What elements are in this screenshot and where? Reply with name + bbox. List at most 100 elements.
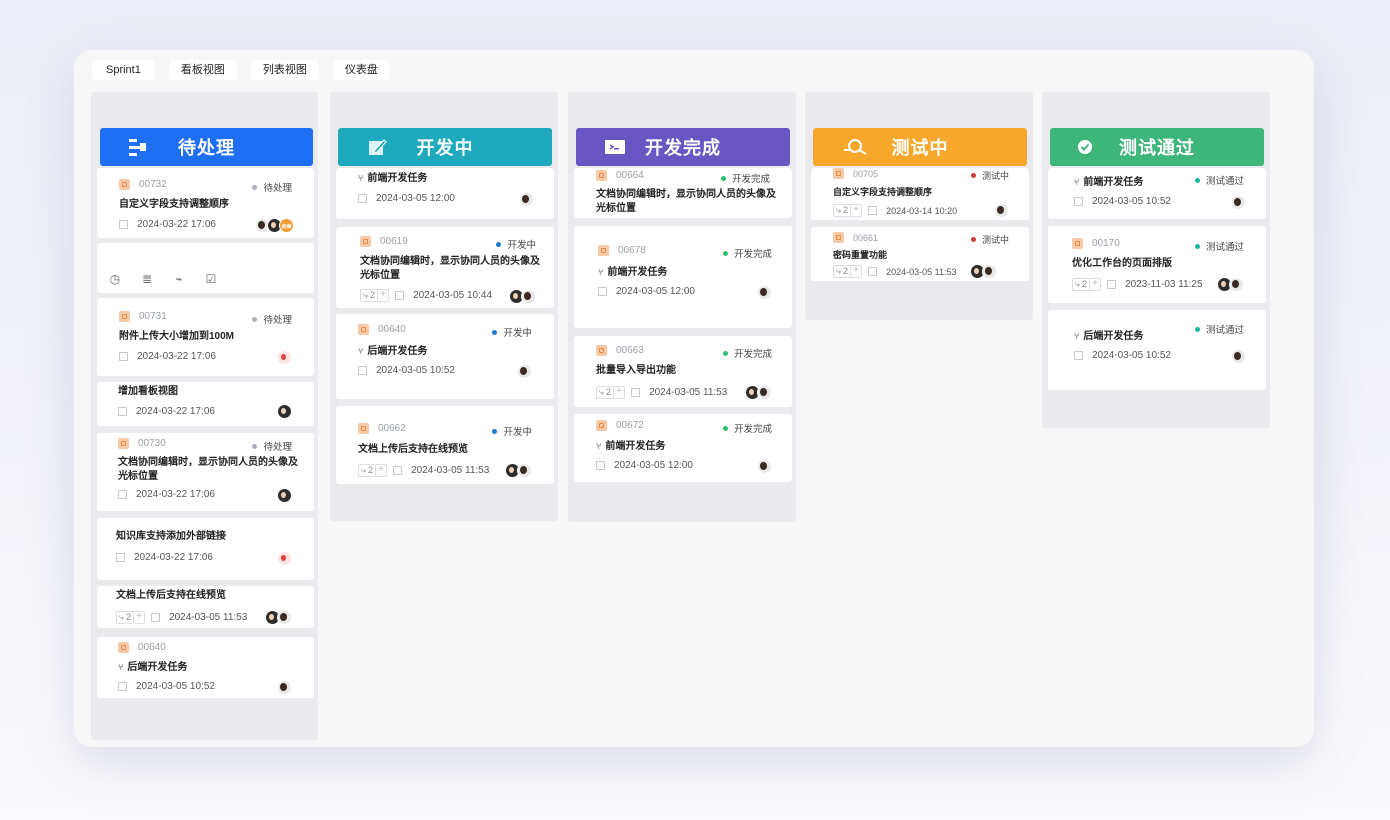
- subtask-count[interactable]: ⤷ 2: [360, 289, 379, 302]
- task-status: 开发中: [503, 328, 532, 339]
- subtask-count[interactable]: ⤷ 2: [833, 204, 852, 217]
- calendar-icon: [393, 466, 403, 475]
- subtask-count[interactable]: ⤷ 2: [1072, 278, 1091, 291]
- task-card[interactable]: 文档上传后支持在线预览 ⤷ 2 + 2024-03-05 11:53: [97, 586, 314, 628]
- tab-dashboard[interactable]: 仪表盘: [332, 60, 390, 80]
- assignee-avatars: [1231, 349, 1246, 364]
- task-card[interactable]: 00640 开发中 ⑂ 后端开发任务 2024-03-05 10:52: [336, 314, 554, 399]
- task-id: 00678: [618, 245, 646, 256]
- add-subtask-button[interactable]: +: [1090, 278, 1102, 291]
- task-id: 00619: [380, 236, 408, 247]
- subtask-count[interactable]: ⤷ 2: [596, 386, 615, 399]
- quick-add-card[interactable]: ◷ ≣ ⌁ ☑: [97, 243, 314, 293]
- assignee-avatars: [1217, 277, 1244, 292]
- task-date: 2024-03-22 17:06: [136, 406, 215, 417]
- add-subtask-button[interactable]: +: [851, 265, 863, 278]
- task-title: 增加看板视图: [118, 386, 178, 397]
- task-card[interactable]: 00672 开发完成 ⑂ 前端开发任务 2024-03-05 12:00: [574, 414, 792, 482]
- assignee-avatars: [1231, 195, 1246, 210]
- task-card[interactable]: 00663 开发完成 批量导入导出功能 ⤷ 2 + 2024-03-05 11:5…: [574, 336, 792, 407]
- task-title: 后端开发任务: [367, 346, 428, 357]
- subtask-count[interactable]: ⤷ 2: [833, 265, 852, 278]
- column-dev: 开发中 ⑂ 前端开发任务 2024-03-05 12:00 00619 开发中 文…: [330, 92, 558, 521]
- branch-icon: ⑂: [118, 662, 124, 672]
- column-todo: 待处理 00732 待处理 自定义字段支持调整顺序 2024-03-22 17:…: [91, 92, 318, 740]
- assignee-avatars: [970, 264, 997, 279]
- task-card[interactable]: 00619 开发中 文档协同编辑时，显示协同人员的头像及光标位置 ⤷ 2 + 20…: [336, 227, 554, 308]
- task-card[interactable]: 00678 开发完成 ⑂ 前端开发任务 2024-03-05 12:00: [574, 226, 792, 328]
- task-card[interactable]: ⑂ 前端开发任务 2024-03-05 12:00: [336, 168, 554, 219]
- task-card[interactable]: 测试通过 ⑂ 后端开发任务 2024-03-05 10:52: [1048, 310, 1266, 390]
- add-subtask-button[interactable]: +: [614, 386, 626, 399]
- checkbox-icon[interactable]: ☑: [203, 272, 219, 286]
- branch-icon: ⑂: [1074, 177, 1080, 187]
- assignee-avatars: 张楠: [255, 218, 294, 233]
- task-card[interactable]: 增加看板视图 2024-03-22 17:06: [97, 382, 314, 426]
- assignee-avatars: [277, 680, 292, 695]
- task-status: 待处理: [263, 183, 292, 194]
- task-card[interactable]: 00705 测试中 自定义字段支持调整顺序 ⤷ 2 + 2024-03-14 10…: [811, 168, 1029, 220]
- add-subtask-button[interactable]: +: [376, 464, 388, 477]
- avatar: [277, 551, 292, 566]
- task-title: 附件上传大小增加到100M: [119, 331, 235, 342]
- avatar: [757, 459, 772, 474]
- task-status: 测试中: [981, 171, 1009, 181]
- task-title: 前端开发任务: [607, 267, 668, 278]
- task-icon: [596, 420, 607, 431]
- avatar: [757, 385, 772, 400]
- avatar: [1229, 277, 1244, 292]
- add-subtask-button[interactable]: +: [851, 204, 863, 217]
- task-card[interactable]: 00731 待处理 附件上传大小增加到100M 2024-03-22 17:06: [97, 298, 314, 376]
- task-icon: [360, 236, 371, 247]
- task-card[interactable]: 00661 测试中 密码重置功能 ⤷ 2 + 2024-03-05 11:53: [811, 227, 1029, 281]
- add-subtask-button[interactable]: +: [134, 611, 146, 624]
- list-icon[interactable]: ≣: [139, 272, 155, 286]
- task-date: 2024-03-05 11:53: [169, 612, 248, 623]
- task-date: 2024-03-22 17:06: [136, 489, 215, 500]
- task-status: 测试通过: [1205, 325, 1244, 336]
- status-dot: [252, 184, 258, 190]
- task-icon: [833, 232, 844, 243]
- column-header-done: 开发完成: [576, 128, 790, 166]
- branch-icon: ⑂: [358, 173, 364, 183]
- task-card[interactable]: 00640 ⑂ 后端开发任务 2024-03-05 10:52: [97, 637, 314, 698]
- status-dot: [1194, 326, 1200, 332]
- task-status: 测试通过: [1205, 242, 1244, 253]
- calendar-icon: [118, 407, 127, 416]
- task-status: 测试中: [981, 235, 1009, 245]
- task-id: 00661: [853, 232, 879, 243]
- calendar-icon: [119, 220, 128, 229]
- add-subtask-button[interactable]: +: [378, 289, 390, 302]
- task-title: 知识库支持添加外部链接: [116, 531, 226, 542]
- task-card[interactable]: 00170 测试通过 优化工作台的页面排版 ⤷ 2 + 2023-11-03 11…: [1048, 226, 1266, 303]
- task-status: 开发完成: [733, 349, 772, 360]
- tab-list-view[interactable]: 列表视图: [250, 60, 319, 80]
- task-card[interactable]: 00664 开发完成 文档协同编辑时，显示协同人员的头像及光标位置: [574, 168, 792, 218]
- task-title: 前端开发任务: [605, 441, 666, 452]
- avatar: [277, 350, 292, 365]
- calendar-icon: [1107, 280, 1117, 289]
- avatar: [277, 488, 292, 503]
- tab-sprint[interactable]: Sprint1: [92, 60, 155, 80]
- calendar-icon: [631, 388, 641, 397]
- subtask-count[interactable]: ⤷ 2: [116, 611, 135, 624]
- task-title: 文档上传后支持在线预览: [116, 590, 226, 601]
- task-card[interactable]: 知识库支持添加外部链接 2024-03-22 17:06: [97, 518, 314, 580]
- attach-icon[interactable]: ⌁: [171, 272, 187, 286]
- assignee-avatars: [757, 459, 772, 474]
- task-card[interactable]: 00730 待处理 文档协同编辑时，显示协同人员的头像及光标位置 2024-03…: [97, 433, 314, 511]
- tab-kanban-view[interactable]: 看板视图: [168, 60, 237, 80]
- task-card[interactable]: 00662 开发中 文档上传后支持在线预览 ⤷ 2 + 2024-03-05 11…: [336, 406, 554, 484]
- task-date: 2024-03-05 10:52: [376, 365, 455, 376]
- task-card[interactable]: 测试通过 ⑂ 前端开发任务 2024-03-05 10:52: [1048, 168, 1266, 219]
- flow-icon: [129, 139, 146, 156]
- clock-icon[interactable]: ◷: [107, 272, 123, 286]
- task-icon: [596, 170, 607, 181]
- subtask-count[interactable]: ⤷ 2: [358, 464, 377, 477]
- avatar: [517, 364, 532, 379]
- task-card[interactable]: 00732 待处理 自定义字段支持调整顺序 2024-03-22 17:06 张…: [97, 168, 314, 238]
- task-status: 待处理: [263, 315, 292, 326]
- assignee-avatars: [745, 385, 772, 400]
- task-date: 2024-03-05 11:53: [649, 387, 728, 398]
- calendar-icon: [118, 490, 127, 499]
